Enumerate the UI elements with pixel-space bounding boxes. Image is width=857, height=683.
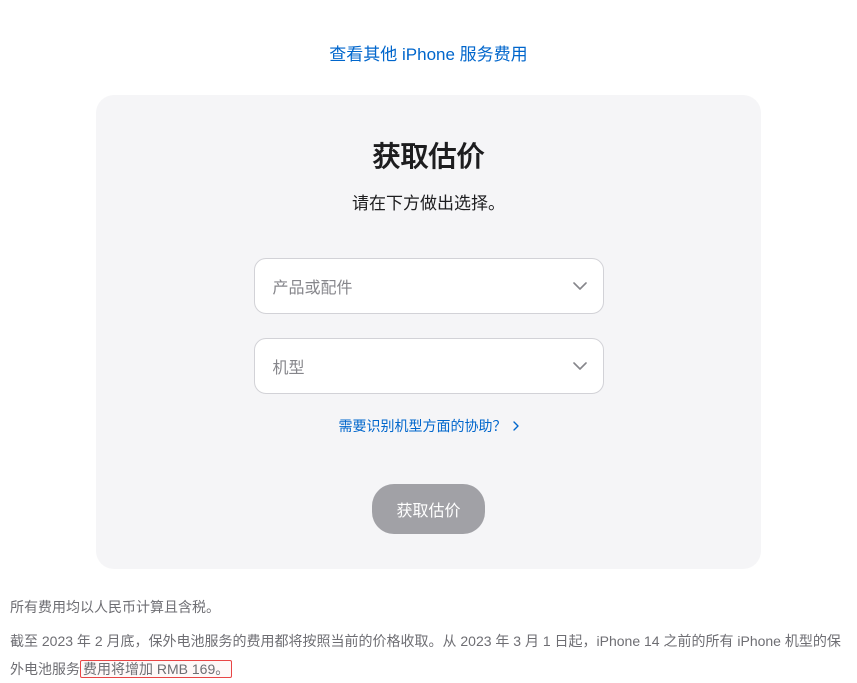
view-other-services-link[interactable]: 查看其他 iPhone 服务费用 (329, 45, 527, 64)
footer-line-2: 截至 2023 年 2 月底，保外电池服务的费用都将按照当前的价格收取。从 20… (10, 627, 847, 683)
model-select[interactable]: 机型 (254, 338, 604, 394)
model-select-placeholder: 机型 (273, 354, 305, 378)
footer-notes: 所有费用均以人民币计算且含税。 截至 2023 年 2 月底，保外电池服务的费用… (10, 593, 847, 683)
product-select-placeholder: 产品或配件 (273, 274, 353, 298)
footer-line-1: 所有费用均以人民币计算且含税。 (10, 593, 847, 621)
card-subtitle: 请在下方做出选择。 (126, 189, 731, 214)
identify-model-help-link[interactable]: 需要识别机型方面的协助？ (339, 416, 519, 436)
chevron-down-icon (573, 282, 587, 290)
get-estimate-button[interactable]: 获取估价 (372, 484, 484, 534)
product-select[interactable]: 产品或配件 (254, 258, 604, 314)
chevron-down-icon (573, 362, 587, 370)
estimate-card: 获取估价 请在下方做出选择。 产品或配件 机型 需要识别机型方面的协助？ 获取估… (96, 95, 761, 569)
card-title: 获取估价 (126, 135, 731, 175)
chevron-right-icon (513, 421, 519, 431)
help-link-label: 需要识别机型方面的协助？ (339, 416, 507, 436)
